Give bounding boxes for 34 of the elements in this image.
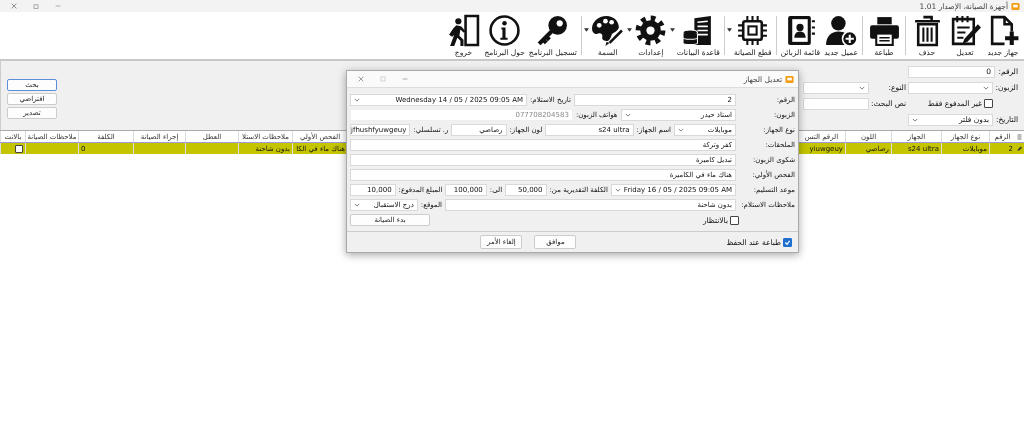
customer-dropdown[interactable]	[908, 81, 993, 94]
close-icon[interactable]	[10, 2, 18, 10]
settings-icon	[634, 14, 668, 47]
printer-icon	[867, 14, 901, 47]
key-icon	[536, 14, 570, 47]
search-text-field[interactable]	[803, 97, 869, 110]
add-user-icon	[824, 14, 858, 47]
chip-icon	[736, 14, 770, 47]
palette-brush-icon	[591, 14, 625, 47]
type-dropdown[interactable]	[803, 81, 869, 94]
edit-pencil-icon	[1017, 145, 1022, 152]
minimize-icon[interactable]	[54, 2, 62, 10]
dropdown-caret-icon	[614, 188, 621, 192]
waiting-checkbox[interactable]	[15, 144, 23, 153]
dropdown-caret-icon[interactable]	[583, 28, 589, 32]
grid-menu-icon	[1017, 133, 1022, 140]
minimize-icon[interactable]	[401, 75, 409, 83]
dropdown-caret-icon	[624, 113, 631, 117]
dropdown-caret-icon	[859, 85, 865, 90]
dropdown-caret-icon	[912, 117, 918, 122]
dropdown-caret-icon[interactable]	[626, 28, 632, 32]
check-icon	[784, 238, 791, 246]
close-icon[interactable]	[357, 75, 365, 83]
dropdown-caret-icon[interactable]	[669, 28, 675, 32]
dropdown-caret-icon	[354, 98, 360, 102]
maximize-icon	[379, 75, 387, 83]
dropdown-caret-icon	[677, 128, 684, 132]
exit-door-icon	[446, 14, 480, 47]
dropdown-caret-icon	[983, 85, 989, 90]
info-icon	[488, 14, 522, 47]
app-icon	[785, 74, 794, 84]
restore-icon[interactable]	[32, 2, 40, 10]
dropdown-caret-icon	[354, 203, 360, 207]
dropdown-caret-icon[interactable]	[726, 28, 732, 32]
